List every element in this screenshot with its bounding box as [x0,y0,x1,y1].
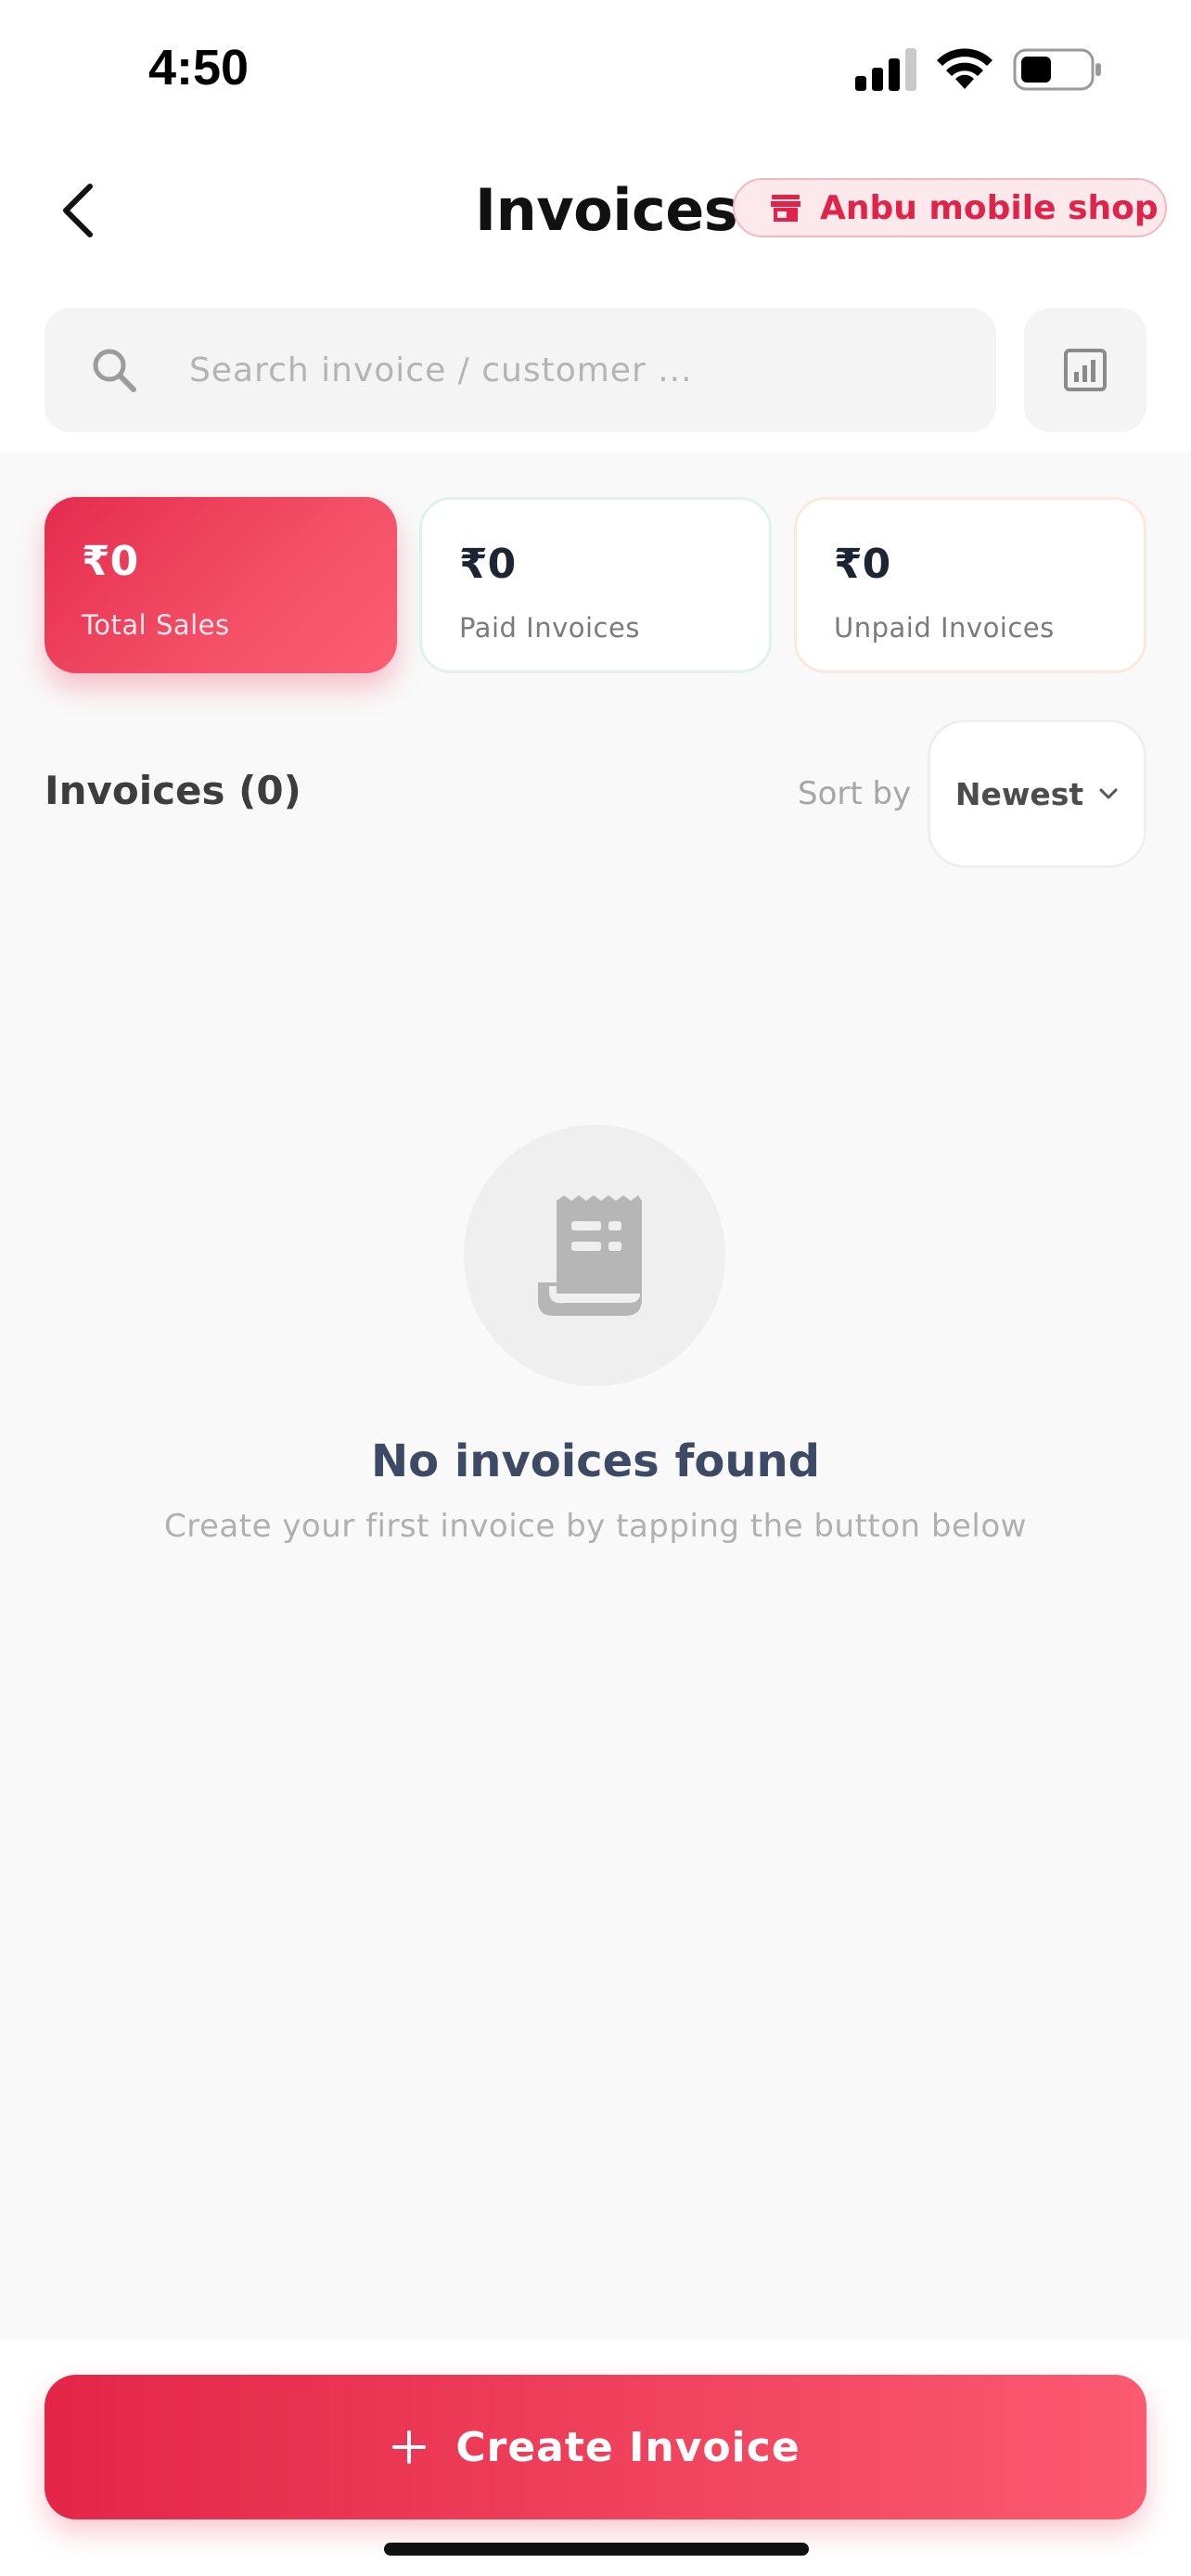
page-title: Invoices [475,176,738,244]
plus-icon [392,2430,427,2464]
stat-label: Paid Invoices [459,612,640,644]
report-button[interactable] [1024,308,1146,432]
wifi-icon [937,48,992,89]
bar-chart-icon [1064,349,1107,391]
empty-state-illustration [464,1125,725,1386]
search-icon [93,349,136,392]
invoices-screen: 4:50 Invoices Anbu mobile shop Search in… [0,0,1191,2576]
stat-value: ₹0 [82,538,139,585]
empty-state-title: No invoices found [370,1435,821,1487]
stat-label: Unpaid Invoices [834,612,1055,644]
create-invoice-label: Create Invoice [455,2423,800,2471]
sort-value: Newest [954,775,1084,812]
sort-dropdown[interactable]: Newest [928,720,1146,868]
status-bar: 4:50 [0,0,1191,139]
battery-icon [1013,48,1101,91]
search-input[interactable] [189,336,968,404]
invoices-count-heading: Invoices (0) [45,768,301,813]
stat-card-total-sales[interactable]: ₹0 Total Sales [45,497,397,673]
status-time: 4:50 [148,40,250,96]
chevron-left-icon [63,184,93,237]
shop-badge[interactable]: Anbu mobile shop [733,178,1167,237]
back-button[interactable] [46,178,111,243]
store-icon [771,195,800,222]
home-indicator[interactable] [384,2543,809,2556]
sort-label: Sort by [798,775,912,812]
cellular-signal-icon [855,48,916,91]
app-header: Invoices Anbu mobile shop [0,139,1191,278]
stat-label: Total Sales [82,609,230,641]
content-area: ₹0 Total Sales ₹0 Paid Invoices ₹0 Unpai… [0,453,1191,2340]
stat-value: ₹0 [459,541,517,588]
empty-state-subtitle: Create your first invoice by tapping the… [164,1508,1027,1545]
stat-value: ₹0 [834,541,891,588]
stat-card-unpaid-invoices[interactable]: ₹0 Unpaid Invoices [794,497,1146,673]
stat-card-paid-invoices[interactable]: ₹0 Paid Invoices [419,497,772,673]
shop-name: Anbu mobile shop [820,188,1159,227]
receipt-icon [538,1195,642,1316]
chevron-down-icon [1099,788,1118,799]
create-invoice-button[interactable]: Create Invoice [45,2375,1146,2519]
search-box[interactable] [45,308,996,432]
